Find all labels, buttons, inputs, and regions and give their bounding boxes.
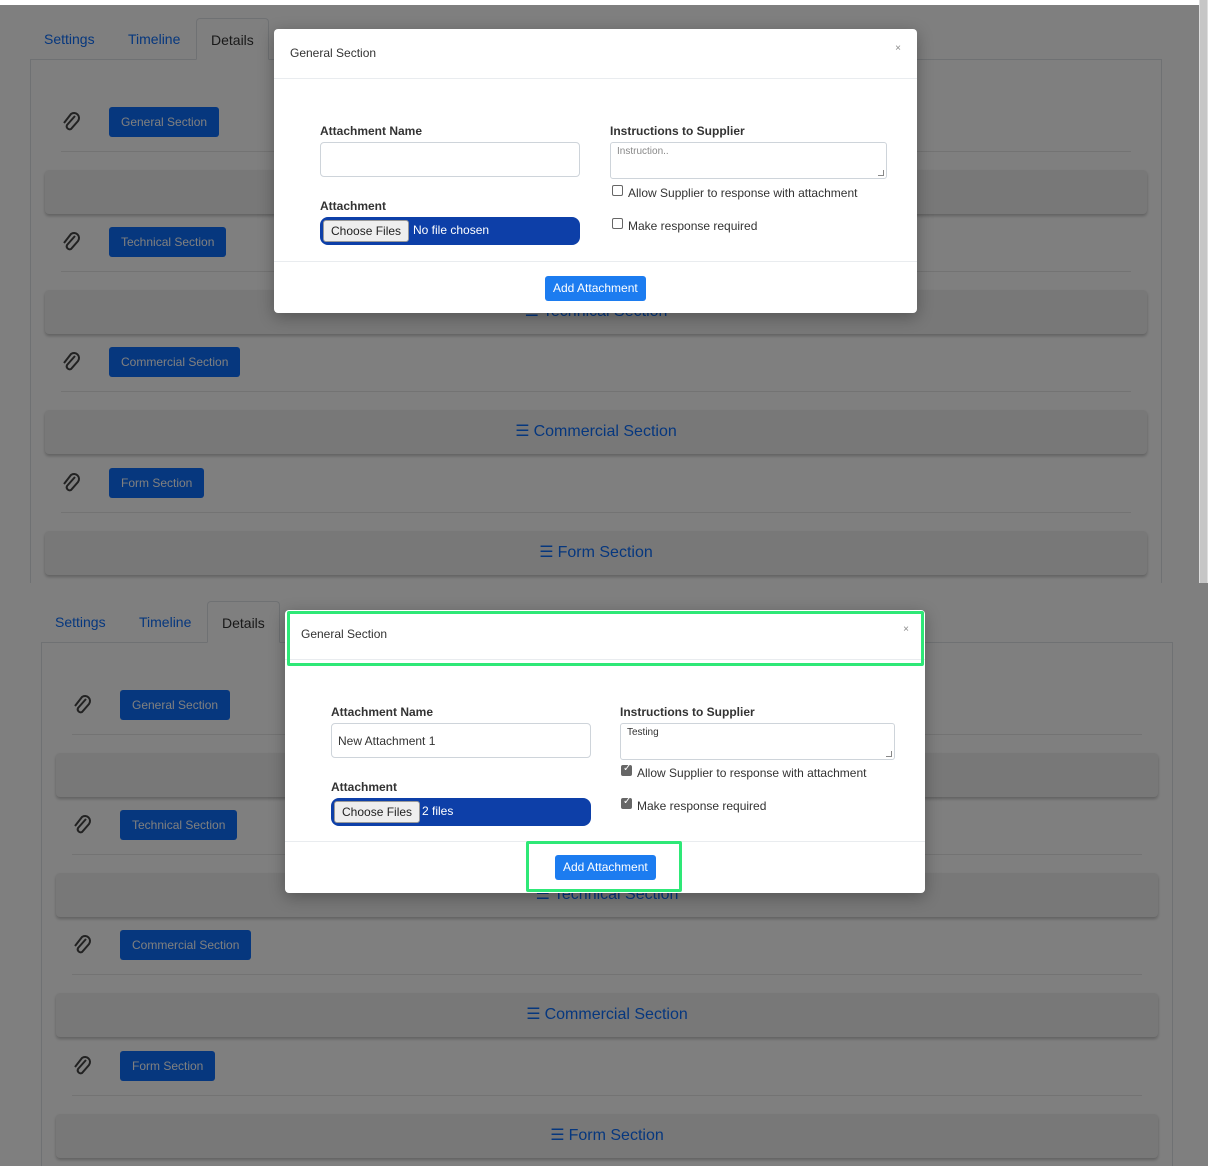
instructions-placeholder: Instruction.. [617, 146, 669, 157]
instructions-value: Testing [627, 727, 659, 738]
instructions-field[interactable]: Instruction.. [610, 142, 887, 179]
instructions-label: Instructions to Supplier [620, 705, 755, 719]
allow-attachment-checkbox[interactable] [612, 185, 623, 196]
response-required-label: Make response required [637, 799, 767, 813]
screenshot-before: Settings Timeline Details General Sectio… [0, 0, 1208, 583]
allow-attachment-label: Allow Supplier to response with attachme… [637, 766, 867, 780]
file-input[interactable]: Choose Files No file chosen [320, 217, 580, 245]
choose-files-button[interactable]: Choose Files [323, 220, 410, 242]
attachment-name-field[interactable] [320, 142, 580, 177]
response-required-label: Make response required [628, 219, 758, 233]
screenshot-after: Settings Timeline Details General Sectio… [0, 583, 1208, 1166]
file-status: 2 files [422, 804, 454, 818]
file-status: No file chosen [413, 223, 490, 237]
attachment-name-label: Attachment Name [331, 705, 434, 719]
resize-handle-icon[interactable] [878, 170, 884, 176]
response-required-checkbox[interactable] [612, 218, 623, 229]
allow-attachment-label: Allow Supplier to response with attachme… [628, 186, 858, 200]
highlight-modal-header [287, 611, 924, 666]
close-icon[interactable]: × [895, 43, 901, 54]
allow-attachment-checkbox[interactable] [621, 763, 632, 776]
attachment-modal: General Section × Attachment Name Attach… [274, 29, 917, 313]
file-input[interactable]: Choose Files 2 files [331, 798, 591, 826]
modal-footer: Add Attachment [274, 261, 917, 313]
modal-header: General Section × [274, 29, 917, 79]
scrollbar[interactable] [1199, 0, 1208, 583]
scrollbar-thumb[interactable] [1200, 0, 1207, 583]
attachment-name-label: Attachment Name [320, 124, 423, 138]
attachment-name-field[interactable] [331, 723, 591, 758]
add-attachment-button[interactable]: Add Attachment [545, 276, 646, 301]
modal-title: General Section [290, 46, 377, 60]
response-required-checkbox[interactable] [621, 796, 632, 809]
highlight-add-attachment [526, 841, 682, 892]
instructions-label: Instructions to Supplier [610, 124, 745, 138]
choose-files-button[interactable]: Choose Files [334, 801, 421, 823]
attachment-label: Attachment [331, 780, 398, 794]
resize-handle-icon[interactable] [886, 751, 892, 757]
attachment-label: Attachment [320, 199, 387, 213]
instructions-field[interactable]: Testing [620, 723, 895, 760]
